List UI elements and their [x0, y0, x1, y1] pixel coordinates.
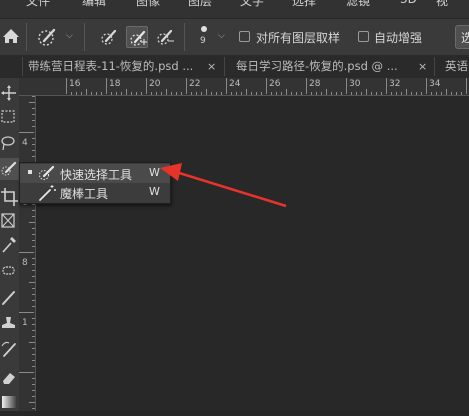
annotation-arrow — [160, 163, 287, 208]
